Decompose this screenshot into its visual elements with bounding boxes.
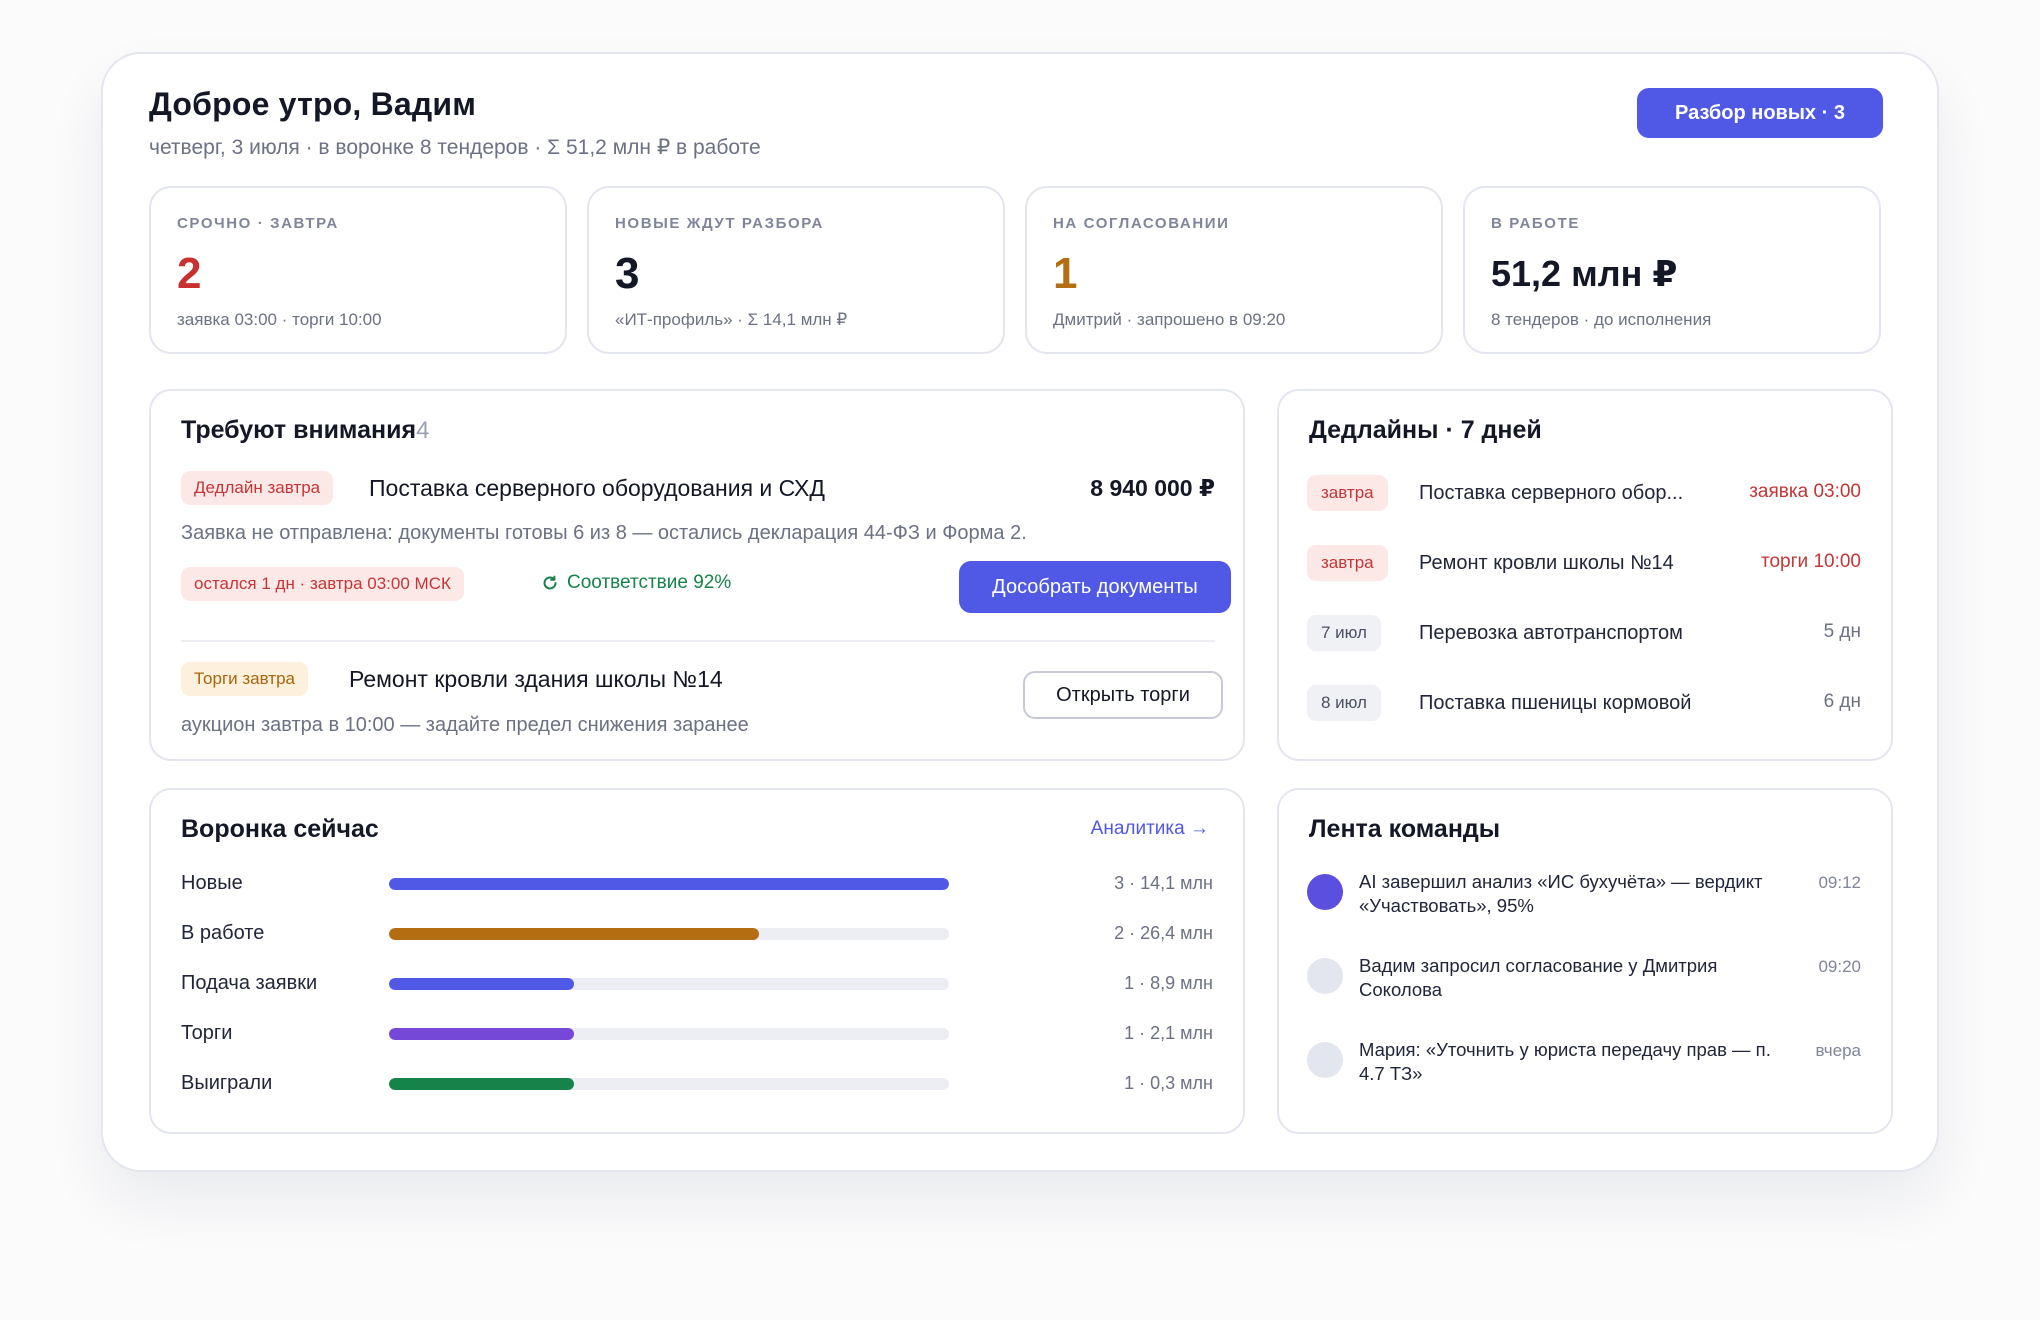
funnel-row[interactable]: Выиграли 1 · 0,3 млн <box>181 1068 1213 1098</box>
stat-value: 51,2 млн ₽ <box>1491 253 1678 294</box>
deadline-when: 6 дн <box>1823 691 1861 712</box>
tender-description: аукцион завтра в 10:00 — задайте предел … <box>181 714 749 736</box>
deadline-name: Перевозка автотранспортом <box>1419 622 1683 644</box>
funnel-row[interactable]: Торги 1 · 2,1 млн <box>181 1018 1213 1048</box>
funnel-bar-track <box>389 928 949 940</box>
stat-card-urgent[interactable]: СРОЧНО · ЗАВТРА 2 заявка 03:00 · торги 1… <box>149 186 567 354</box>
feed-item[interactable]: Вадим запросил согласование у Дмитрия Со… <box>1307 954 1861 1006</box>
match-score: Соответствие 92% <box>541 572 731 594</box>
deadline-date-badge: 7 июл <box>1307 615 1381 651</box>
deadlines-panel: Дедлайны · 7 дней завтра Поставка сервер… <box>1277 389 1893 761</box>
deadline-when: 5 дн <box>1823 621 1861 642</box>
deadline-badge: Дедлайн завтра <box>181 471 334 505</box>
avatar <box>1307 874 1343 910</box>
feed-time: 09:20 <box>1818 957 1861 976</box>
funnel-stage-label: В работе <box>181 922 265 944</box>
avatar <box>1307 958 1343 994</box>
open-auction-button[interactable]: Открыть торги <box>1023 671 1223 719</box>
funnel-bar-fill <box>389 1028 574 1040</box>
tender-amount: 8 940 000 ₽ <box>1090 475 1215 501</box>
deadline-row[interactable]: завтра Поставка серверного обор... заявк… <box>1307 472 1861 512</box>
funnel-bar-fill <box>389 978 574 990</box>
funnel-bar-track <box>389 878 949 890</box>
funnel-stage-value: 2 · 26,4 млн <box>1114 923 1213 943</box>
deadline-date-badge: 8 июл <box>1307 685 1381 721</box>
match-score-text: Соответствие 92% <box>567 572 732 593</box>
deadline-row[interactable]: завтра Ремонт кровли школы №14 торги 10:… <box>1307 542 1861 582</box>
feed-time: 09:12 <box>1818 873 1861 892</box>
avatar <box>1307 1042 1343 1078</box>
deadline-when: заявка 03:00 <box>1749 481 1861 502</box>
funnel-bar-track <box>389 1028 949 1040</box>
attention-count: 4 <box>416 417 430 444</box>
stat-label: НОВЫЕ ЖДУТ РАЗБОРА <box>615 215 824 232</box>
funnel-bar-fill <box>389 928 759 940</box>
feed-title: Лента команды <box>1309 815 1501 843</box>
time-left-badge: остался 1 дн · завтра 03:00 МСК <box>181 567 464 601</box>
stat-subtext: 8 тендеров · до исполнения <box>1491 310 1712 329</box>
feed-text: Вадим запросил согласование у Дмитрия Со… <box>1359 955 1718 1000</box>
divider <box>181 640 1215 642</box>
stat-card-approval[interactable]: НА СОГЛАСОВАНИИ 1 Дмитрий · запрошено в … <box>1025 186 1443 354</box>
tender-title[interactable]: Ремонт кровли здания школы №14 <box>349 666 723 693</box>
funnel-bar-track <box>389 978 949 990</box>
dashboard-card: Доброе утро, Вадим четверг, 3 июля · в в… <box>101 52 1939 1172</box>
feed-text: AI завершил анализ «ИС бухучёта» — верди… <box>1359 871 1763 916</box>
funnel-row[interactable]: Подача заявки 1 · 8,9 млн <box>181 968 1213 998</box>
stat-subtext: Дмитрий · запрошено в 09:20 <box>1053 310 1286 329</box>
attention-title: Требуют внимания4 <box>181 416 429 445</box>
funnel-bar-track <box>389 1078 949 1090</box>
deadline-name: Поставка серверного обор... <box>1419 482 1684 504</box>
funnel-stage-value: 1 · 0,3 млн <box>1124 1073 1213 1093</box>
stat-label: НА СОГЛАСОВАНИИ <box>1053 215 1230 232</box>
deadline-date-badge: завтра <box>1307 475 1388 511</box>
funnel-stage-label: Новые <box>181 872 243 894</box>
team-feed-panel: Лента команды AI завершил анализ «ИС бух… <box>1277 788 1893 1134</box>
stat-label: СРОЧНО · ЗАВТРА <box>177 215 339 232</box>
stat-card-new[interactable]: НОВЫЕ ЖДУТ РАЗБОРА 3 «ИТ-профиль» · Σ 14… <box>587 186 1005 354</box>
funnel-stage-label: Выиграли <box>181 1072 273 1094</box>
deadline-name: Поставка пшеницы кормовой <box>1419 692 1692 714</box>
funnel-stage-label: Торги <box>181 1022 233 1044</box>
funnel-stage-value: 3 · 14,1 млн <box>1114 873 1213 893</box>
feed-text: Мария: «Уточнить у юриста передачу прав … <box>1359 1039 1771 1084</box>
page-title: Доброе утро, Вадим <box>149 86 477 122</box>
deadlines-title: Дедлайны · 7 дней <box>1309 416 1542 444</box>
funnel-title: Воронка сейчас <box>181 815 379 843</box>
deadline-when: торги 10:00 <box>1761 551 1861 572</box>
attention-panel: Требуют внимания4 Дедлайн завтра Поставк… <box>149 389 1245 761</box>
funnel-panel: Воронка сейчас Аналитика → Новые 3 · 14,… <box>149 788 1245 1134</box>
feed-item[interactable]: Мария: «Уточнить у юриста передачу прав … <box>1307 1038 1861 1090</box>
stat-value: 2 <box>177 249 202 298</box>
deadline-row[interactable]: 8 июл Поставка пшеницы кормовой 6 дн <box>1307 682 1861 722</box>
auction-badge: Торги завтра <box>181 662 308 696</box>
funnel-bar-fill <box>389 1078 574 1090</box>
tender-title[interactable]: Поставка серверного оборудования и СХД <box>369 475 825 502</box>
page-subtitle: четверг, 3 июля · в воронке 8 тендеров ·… <box>149 136 761 159</box>
funnel-row[interactable]: В работе 2 · 26,4 млн <box>181 918 1213 948</box>
attention-title-text: Требуют внимания <box>181 416 417 444</box>
funnel-row[interactable]: Новые 3 · 14,1 млн <box>181 868 1213 898</box>
stat-card-in-progress[interactable]: В РАБОТЕ 51,2 млн ₽ 8 тендеров · до испо… <box>1463 186 1881 354</box>
funnel-stage-label: Подача заявки <box>181 972 318 994</box>
refresh-icon <box>543 575 557 590</box>
feed-item[interactable]: AI завершил анализ «ИС бухучёта» — верди… <box>1307 870 1861 922</box>
funnel-stage-value: 1 · 2,1 млн <box>1124 1023 1213 1043</box>
feed-time: вчера <box>1815 1041 1862 1060</box>
funnel-stage-value: 1 · 8,9 млн <box>1124 973 1213 993</box>
stat-value: 1 <box>1053 249 1078 298</box>
stat-label: В РАБОТЕ <box>1491 215 1580 232</box>
stat-subtext: «ИТ-профиль» · Σ 14,1 млн ₽ <box>615 310 848 329</box>
deadline-row[interactable]: 7 июл Перевозка автотранспортом 5 дн <box>1307 612 1861 652</box>
tender-description: Заявка не отправлена: документы готовы 6… <box>181 522 1027 544</box>
stat-value: 3 <box>615 249 640 298</box>
collect-documents-button[interactable]: Дособрать документы <box>959 561 1231 613</box>
review-new-button[interactable]: Разбор новых · 3 <box>1637 88 1883 138</box>
analytics-link[interactable]: Аналитика → <box>1091 818 1209 840</box>
deadline-name: Ремонт кровли школы №14 <box>1419 552 1674 574</box>
funnel-bar-fill <box>389 878 949 890</box>
deadline-date-badge: завтра <box>1307 545 1388 581</box>
stat-subtext: заявка 03:00 · торги 10:00 <box>177 310 382 329</box>
